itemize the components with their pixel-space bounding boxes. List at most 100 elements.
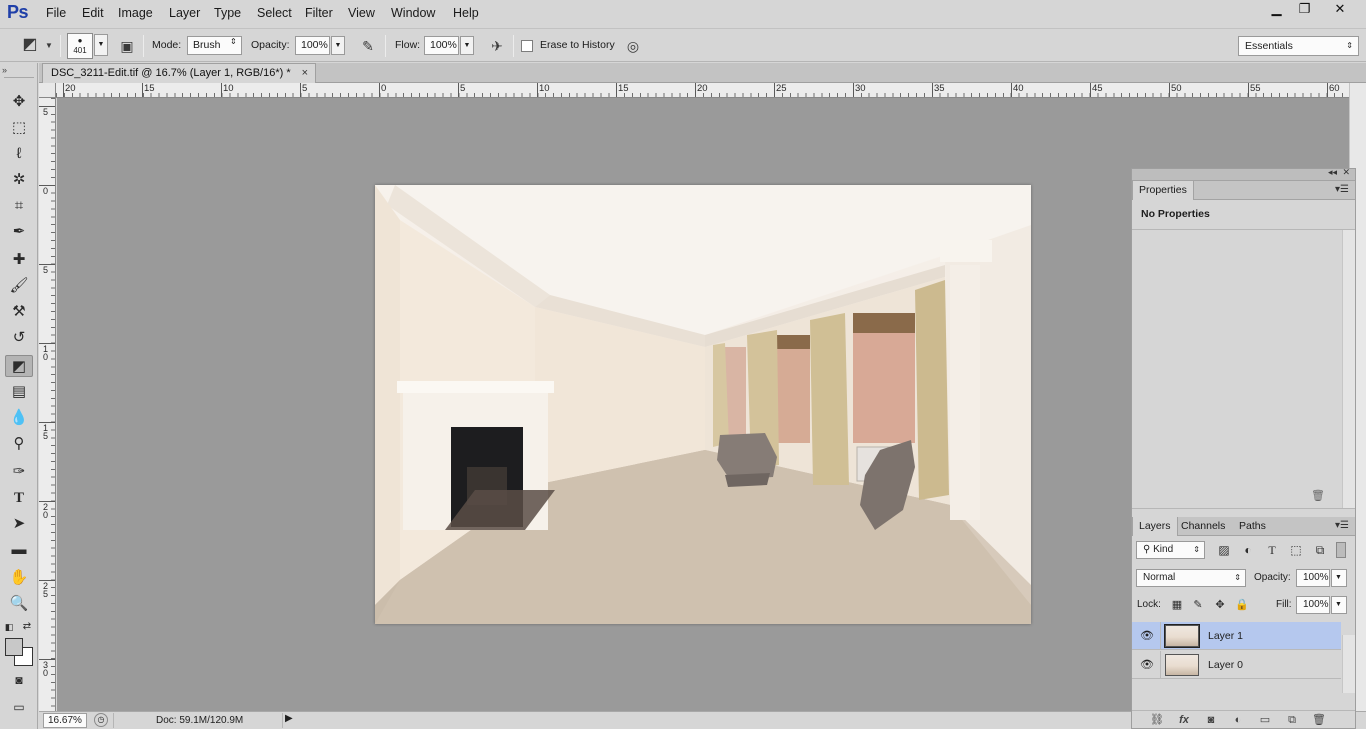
blur-tool-icon[interactable]: 💧 [5, 407, 33, 429]
layer-filter-kind-select[interactable]: ⚲ Kind ⇕ [1136, 541, 1205, 559]
filter-smart-object-icon[interactable]: ⧉ [1312, 542, 1328, 558]
gradient-tool-icon[interactable]: ▤ [5, 381, 33, 403]
panel-dock-header[interactable]: ◂◂ ✕ [1132, 167, 1355, 181]
crop-tool-icon[interactable]: ⌗ [5, 195, 33, 217]
healing-brush-tool-icon[interactable]: ✚ [5, 249, 33, 271]
properties-trash-icon[interactable]: 🗑 [1311, 489, 1325, 502]
menu-type[interactable]: Type [214, 6, 241, 20]
tab-paths[interactable]: Paths [1233, 517, 1272, 536]
close-window-button[interactable]: ✕ [1320, 0, 1360, 20]
quick-selection-tool-icon[interactable]: ✲ [5, 169, 33, 191]
hand-tool-icon[interactable]: ✋ [5, 567, 33, 589]
eraser-preset-icon[interactable]: ◩ [20, 35, 40, 55]
clone-stamp-tool-icon[interactable]: ⚒ [5, 301, 33, 323]
marquee-tool-icon[interactable]: ⬚ [5, 117, 33, 139]
eraser-tool-icon[interactable]: ◩ [5, 355, 33, 377]
quick-mask-icon[interactable]: ◙ [5, 669, 33, 691]
vertical-ruler[interactable]: 5 0 5 10 15 20 25 30 [39, 98, 56, 711]
minimize-button[interactable]: ▁ [1261, 0, 1292, 20]
properties-panel-menu-icon[interactable]: ▾☰ [1335, 184, 1349, 195]
tab-channels[interactable]: Channels [1175, 517, 1231, 536]
opacity-field[interactable]: 100% [295, 36, 330, 55]
document-canvas-image[interactable] [375, 185, 1031, 624]
filter-pixel-icon[interactable]: ▨ [1216, 542, 1232, 558]
layer-style-fx-icon[interactable]: fx [1176, 713, 1192, 727]
brush-tool-icon[interactable]: 🖌 [5, 275, 33, 297]
toolbar-grip-icon[interactable]: » [2, 65, 7, 75]
collapse-panels-icon[interactable]: ◂◂ [1328, 167, 1337, 178]
path-selection-tool-icon[interactable]: ➤ [5, 513, 33, 535]
zoom-tool-icon[interactable]: 🔍 [5, 593, 33, 615]
history-brush-tool-icon[interactable]: ↺ [5, 327, 33, 349]
zoom-level-field[interactable]: 16.67% [43, 713, 87, 728]
layer-name[interactable]: Layer 0 [1208, 659, 1243, 671]
properties-scrollbar[interactable] [1342, 230, 1355, 508]
type-tool-icon[interactable]: T [5, 487, 33, 509]
default-colors-icon[interactable]: ◧ [2, 616, 16, 638]
filter-shape-icon[interactable]: ⬚ [1288, 542, 1304, 558]
lock-transparent-pixels-icon[interactable]: ▦ [1170, 598, 1184, 612]
menu-window[interactable]: Window [391, 6, 435, 20]
ruler-origin[interactable] [39, 83, 56, 98]
layer-name[interactable]: Layer 1 [1208, 630, 1243, 642]
pressure-size-icon[interactable]: ◎ [623, 36, 643, 56]
tab-layers[interactable]: Layers [1132, 517, 1178, 536]
layer-opacity-field[interactable]: 100% [1296, 569, 1330, 587]
layer-thumbnail[interactable] [1165, 654, 1199, 676]
swap-colors-icon[interactable]: ⇄ [20, 616, 34, 638]
opacity-dropdown-arrow[interactable]: ▼ [331, 36, 345, 55]
visibility-eye-icon[interactable]: 👁 [1139, 629, 1155, 643]
visibility-eye-icon[interactable]: 👁 [1139, 658, 1155, 672]
preset-dropdown-icon[interactable]: ▼ [43, 36, 55, 56]
new-adjustment-layer-icon[interactable]: ◐ [1230, 713, 1246, 727]
menu-select[interactable]: Select [257, 6, 292, 20]
fill-field[interactable]: 100% [1296, 596, 1330, 614]
menu-file[interactable]: File [46, 6, 66, 20]
layers-panel-menu-icon[interactable]: ▾☰ [1335, 520, 1349, 531]
add-mask-icon[interactable]: ◙ [1203, 713, 1219, 727]
close-panels-icon[interactable]: ✕ [1342, 167, 1350, 178]
filter-toggle-switch[interactable] [1336, 542, 1346, 558]
document-tab[interactable]: DSC_3211-Edit.tif @ 16.7% (Layer 1, RGB/… [42, 63, 316, 83]
link-layers-icon[interactable]: ⛓ [1149, 713, 1165, 727]
menu-view[interactable]: View [348, 6, 375, 20]
pressure-opacity-icon[interactable]: ✎ [358, 36, 378, 56]
layer-opacity-dropdown[interactable]: ▼ [1331, 569, 1347, 587]
delete-layer-icon[interactable]: 🗑 [1311, 713, 1327, 727]
flow-field[interactable]: 100% [424, 36, 459, 55]
lock-all-icon[interactable]: 🔒 [1235, 598, 1249, 612]
brush-panel-toggle-icon[interactable]: ▣ [117, 36, 137, 56]
fill-dropdown[interactable]: ▼ [1331, 596, 1347, 614]
airbrush-icon[interactable]: ✈ [487, 36, 507, 56]
eyedropper-tool-icon[interactable]: ✒ [5, 221, 33, 243]
blend-mode-select[interactable]: Normal ⇕ [1136, 569, 1246, 587]
new-layer-icon[interactable]: ⧉ [1284, 713, 1300, 727]
pen-tool-icon[interactable]: ✑ [5, 461, 33, 483]
screen-mode-icon[interactable]: ▭ [5, 696, 33, 718]
lasso-tool-icon[interactable]: ℓ [5, 143, 33, 165]
menu-image[interactable]: Image [118, 6, 153, 20]
dodge-tool-icon[interactable]: ⚲ [5, 433, 33, 455]
layer-row-layer-0[interactable]: 👁 Layer 0 [1132, 651, 1341, 679]
layers-scrollbar[interactable] [1342, 635, 1355, 693]
layer-thumbnail[interactable] [1164, 624, 1200, 648]
menu-help[interactable]: Help [453, 6, 479, 20]
layer-row-layer-1[interactable]: 👁 Layer 1 [1132, 622, 1341, 650]
menu-filter[interactable]: Filter [305, 6, 333, 20]
menu-layer[interactable]: Layer [169, 6, 200, 20]
menu-edit[interactable]: Edit [82, 6, 104, 20]
foreground-color-swatch[interactable] [5, 638, 23, 656]
move-tool-icon[interactable]: ✥ [5, 91, 33, 113]
flow-dropdown-arrow[interactable]: ▼ [460, 36, 474, 55]
close-tab-icon[interactable]: × [302, 64, 308, 83]
horizontal-ruler[interactable]: 20 15 10 5 0 5 10 15 20 25 30 35 40 45 5… [56, 83, 1349, 98]
brush-dropdown-arrow[interactable]: ▼ [94, 34, 108, 56]
rectangle-tool-icon[interactable]: ▬ [5, 539, 33, 561]
status-menu-arrow-icon[interactable]: ▶ [285, 713, 293, 724]
workspace-select[interactable]: Essentials ⇕ [1238, 36, 1359, 56]
tab-properties[interactable]: Properties [1132, 181, 1194, 200]
brush-preset-picker[interactable]: ● 401 [67, 33, 93, 59]
filter-type-icon[interactable]: T [1264, 542, 1280, 558]
new-group-icon[interactable]: ▭ [1257, 713, 1273, 727]
restore-button[interactable]: ❐ [1289, 0, 1320, 20]
